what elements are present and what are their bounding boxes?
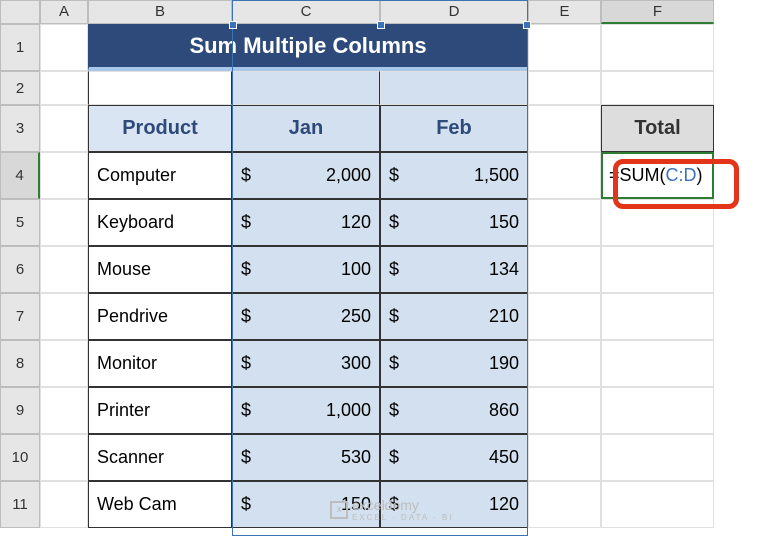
row-header-8[interactable]: 8	[0, 340, 40, 387]
cell-D2[interactable]	[380, 71, 528, 105]
cell-B7[interactable]: Pendrive	[88, 293, 232, 340]
cell-D6[interactable]: $134	[380, 246, 528, 293]
formula-text: =SUM(C:D)	[609, 165, 703, 186]
spreadsheet-grid[interactable]: A B C D E F 1 Sum Multiple Columns 2 3 P…	[0, 0, 767, 528]
row-header-2[interactable]: 2	[0, 71, 40, 105]
cell-A4[interactable]	[40, 152, 88, 199]
col-header-D[interactable]: D	[380, 0, 528, 24]
value: 2,000	[326, 165, 371, 186]
header-jan[interactable]: Jan	[232, 105, 380, 152]
cell-A2[interactable]	[40, 71, 88, 105]
cell-E2[interactable]	[528, 71, 601, 105]
cell-E9[interactable]	[528, 387, 601, 434]
cell-C6[interactable]: $100	[232, 246, 380, 293]
currency-symbol: $	[241, 165, 251, 186]
watermark-subtext: EXCEL · DATA · BI	[352, 513, 453, 522]
cell-E1[interactable]	[528, 24, 601, 71]
cell-F2[interactable]	[601, 71, 714, 105]
cell-E11[interactable]	[528, 481, 601, 528]
cell-F10[interactable]	[601, 434, 714, 481]
cell-E7[interactable]	[528, 293, 601, 340]
row-header-4[interactable]: 4	[0, 152, 40, 199]
cell-E6[interactable]	[528, 246, 601, 293]
cell-C4[interactable]: $2,000	[232, 152, 380, 199]
row-header-1[interactable]: 1	[0, 24, 40, 71]
cell-C2[interactable]	[232, 71, 380, 105]
cell-B11[interactable]: Web Cam	[88, 481, 232, 528]
cell-F11[interactable]	[601, 481, 714, 528]
cell-A5[interactable]	[40, 199, 88, 246]
cell-B10[interactable]: Scanner	[88, 434, 232, 481]
col-header-A[interactable]: A	[40, 0, 88, 24]
cell-F4-active[interactable]: =SUM(C:D)	[601, 152, 714, 199]
col-header-C[interactable]: C	[232, 0, 380, 24]
cell-C5[interactable]: $120	[232, 199, 380, 246]
row-header-11[interactable]: 11	[0, 481, 40, 528]
watermark-text: exceldemy	[352, 497, 419, 513]
cell-D7[interactable]: $210	[380, 293, 528, 340]
cell-F5[interactable]	[601, 199, 714, 246]
cell-E8[interactable]	[528, 340, 601, 387]
cell-E4[interactable]	[528, 152, 601, 199]
select-all-corner[interactable]	[0, 0, 40, 24]
cell-C7[interactable]: $250	[232, 293, 380, 340]
cell-F6[interactable]	[601, 246, 714, 293]
cell-F7[interactable]	[601, 293, 714, 340]
cell-D9[interactable]: $860	[380, 387, 528, 434]
cell-E5[interactable]	[528, 199, 601, 246]
cell-A9[interactable]	[40, 387, 88, 434]
header-product[interactable]: Product	[88, 105, 232, 152]
cell-F8[interactable]	[601, 340, 714, 387]
col-header-B[interactable]: B	[88, 0, 232, 24]
col-header-F[interactable]: F	[601, 0, 714, 24]
row-header-6[interactable]: 6	[0, 246, 40, 293]
cell-B9[interactable]: Printer	[88, 387, 232, 434]
row-header-3[interactable]: 3	[0, 105, 40, 152]
row-header-7[interactable]: 7	[0, 293, 40, 340]
row-header-5[interactable]: 5	[0, 199, 40, 246]
cell-B2[interactable]	[88, 71, 232, 105]
header-feb[interactable]: Feb	[380, 105, 528, 152]
col-header-E[interactable]: E	[528, 0, 601, 24]
watermark-icon: x	[330, 501, 348, 519]
cell-C8[interactable]: $300	[232, 340, 380, 387]
currency-symbol: $	[389, 165, 399, 186]
cell-B8[interactable]: Monitor	[88, 340, 232, 387]
cell-A1[interactable]	[40, 24, 88, 71]
cell-D5[interactable]: $150	[380, 199, 528, 246]
cell-E3[interactable]	[528, 105, 601, 152]
cell-F9[interactable]	[601, 387, 714, 434]
cell-D10[interactable]: $450	[380, 434, 528, 481]
cell-B4[interactable]: Computer	[88, 152, 232, 199]
cell-A8[interactable]	[40, 340, 88, 387]
cell-B6[interactable]: Mouse	[88, 246, 232, 293]
cell-F1[interactable]	[601, 24, 714, 71]
cell-B5[interactable]: Keyboard	[88, 199, 232, 246]
cell-A11[interactable]	[40, 481, 88, 528]
watermark: x exceldemy EXCEL · DATA · BI	[330, 497, 453, 522]
row-header-10[interactable]: 10	[0, 434, 40, 481]
value: 1,500	[474, 165, 519, 186]
cell-E10[interactable]	[528, 434, 601, 481]
cell-A10[interactable]	[40, 434, 88, 481]
header-total[interactable]: Total	[601, 105, 714, 152]
row-header-9[interactable]: 9	[0, 387, 40, 434]
cell-A3[interactable]	[40, 105, 88, 152]
cell-A6[interactable]	[40, 246, 88, 293]
cell-D8[interactable]: $190	[380, 340, 528, 387]
title-cell[interactable]: Sum Multiple Columns	[88, 24, 528, 71]
cell-C10[interactable]: $530	[232, 434, 380, 481]
cell-D4[interactable]: $1,500	[380, 152, 528, 199]
cell-C9[interactable]: $1,000	[232, 387, 380, 434]
cell-A7[interactable]	[40, 293, 88, 340]
